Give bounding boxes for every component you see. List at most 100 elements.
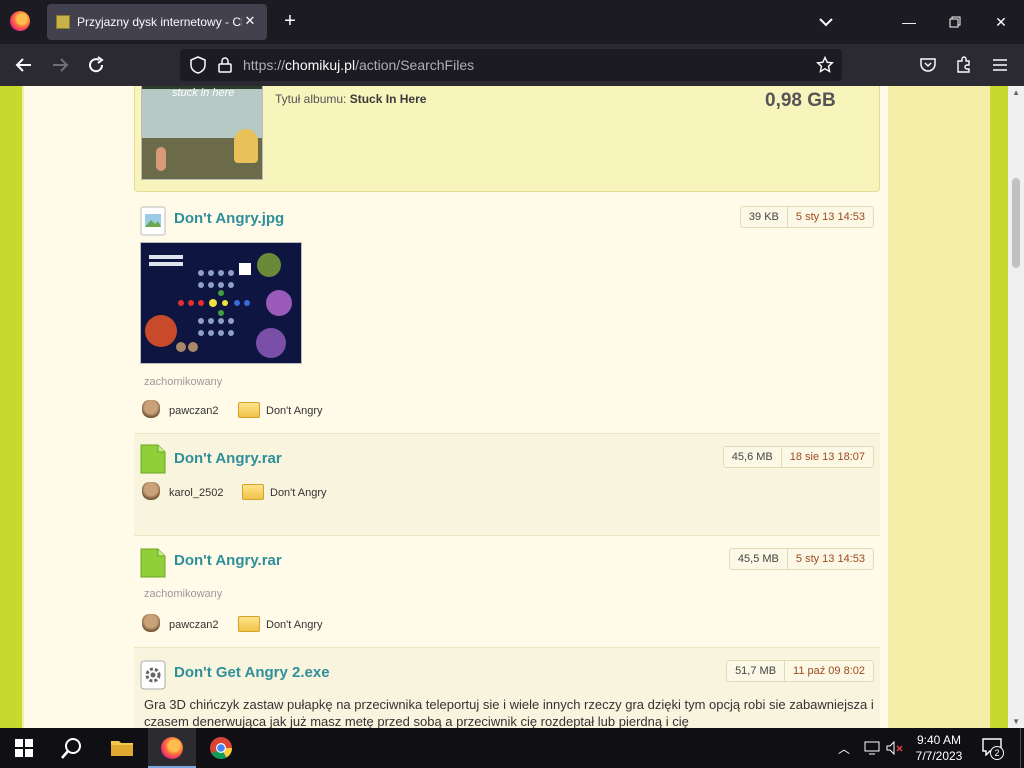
scroll-up-icon[interactable]: ▲ xyxy=(1012,88,1020,97)
tray-expand-icon[interactable]: ︿ xyxy=(838,740,850,757)
list-all-tabs-button[interactable] xyxy=(816,12,836,32)
owner-row: karol_2502 Don't Angry xyxy=(142,482,442,504)
archive-file-icon xyxy=(140,548,166,578)
minimize-button[interactable]: — xyxy=(897,10,921,34)
folder-link[interactable]: Don't Angry xyxy=(266,405,323,417)
search-results: stuck in here Tytuł albumu: Stuck In Her… xyxy=(24,86,888,728)
address-bar[interactable]: https://chomikuj.pl/action/SearchFiles xyxy=(180,49,842,81)
file-name-link[interactable]: Don't Get Angry 2.exe xyxy=(174,664,330,681)
chrome-taskbar-button[interactable] xyxy=(197,728,245,768)
forward-button[interactable] xyxy=(48,53,72,77)
album-cover-image[interactable]: stuck in here xyxy=(141,86,263,180)
tab-strip: Przyjazny dysk internetowy - Ch ✕ + — ✕ xyxy=(0,0,1024,44)
page-frame: stuck in here Tytuł albumu: Stuck In Her… xyxy=(22,86,990,728)
hamburger-menu-icon xyxy=(993,59,1007,71)
file-size: 45,5 MB xyxy=(730,549,788,569)
url-domain: chomikuj.pl xyxy=(285,57,356,73)
clock-time: 9:40 AM xyxy=(916,733,962,747)
file-meta-badge: 45,6 MB 18 sie 13 18:07 xyxy=(722,446,874,468)
file-size: 45,6 MB xyxy=(724,447,782,467)
folder-icon[interactable] xyxy=(238,616,260,632)
action-center-button[interactable]: 2 xyxy=(982,736,1006,760)
bookmark-star-icon[interactable] xyxy=(816,56,834,74)
album-title-label: Tytuł albumu: Stuck In Here xyxy=(275,92,426,106)
url-scheme: https:// xyxy=(243,57,286,73)
search-button[interactable] xyxy=(48,728,96,768)
file-meta-badge: 45,5 MB 5 sty 13 14:53 xyxy=(728,548,874,570)
clock-date: 7/7/2023 xyxy=(915,749,963,763)
owner-row: pawczan2 Don't Angry xyxy=(142,400,442,422)
pocket-icon xyxy=(920,58,936,72)
volume-muted-icon[interactable] xyxy=(886,741,904,755)
album-cover-text: stuck in here xyxy=(172,87,235,99)
archive-file-icon xyxy=(140,444,166,474)
folder-link[interactable]: Don't Angry xyxy=(270,487,327,499)
album-result-card: stuck in here Tytuł albumu: Stuck In Her… xyxy=(134,86,880,192)
reload-button[interactable] xyxy=(84,53,108,77)
show-desktop-button[interactable] xyxy=(1020,728,1024,768)
system-clock[interactable]: 9:40 AM 7/7/2023 xyxy=(904,732,974,764)
file-explorer-button[interactable] xyxy=(98,728,146,768)
start-button[interactable] xyxy=(0,728,48,768)
forward-arrow-icon xyxy=(53,58,69,72)
file-date: 11 paź 09 8:02 xyxy=(793,665,865,677)
file-meta-badge: 51,7 MB 11 paź 09 8:02 xyxy=(726,660,874,682)
folder-link[interactable]: Don't Angry xyxy=(266,619,323,631)
album-title-value[interactable]: Stuck In Here xyxy=(350,92,427,106)
folder-icon[interactable] xyxy=(242,484,264,500)
restore-icon xyxy=(949,16,961,28)
file-date: 18 sie 13 18:07 xyxy=(789,451,865,463)
extensions-button[interactable] xyxy=(952,53,976,77)
file-status: zachomikowany xyxy=(144,588,223,600)
album-size: 0,98 GB xyxy=(765,90,836,111)
network-icon[interactable] xyxy=(864,741,880,755)
page-viewport: stuck in here Tytuł albumu: Stuck In Her… xyxy=(0,86,1024,728)
tab-title: Przyjazny dysk internetowy - Ch xyxy=(77,15,242,29)
file-size: 39 KB xyxy=(741,207,788,227)
firefox-taskbar-button[interactable] xyxy=(148,728,196,768)
firefox-logo-icon[interactable] xyxy=(10,11,30,31)
user-avatar-icon[interactable] xyxy=(142,482,160,500)
image-file-icon xyxy=(140,206,166,236)
lock-icon[interactable] xyxy=(218,57,232,73)
tab-close-icon[interactable]: ✕ xyxy=(241,12,259,30)
file-meta-badge: 39 KB 5 sty 13 14:53 xyxy=(739,206,874,228)
owner-link[interactable]: pawczan2 xyxy=(169,405,219,417)
user-avatar-icon[interactable] xyxy=(142,614,160,632)
user-avatar-icon[interactable] xyxy=(142,400,160,418)
file-name-link[interactable]: Don't Angry.rar xyxy=(174,552,282,569)
navigation-toolbar: https://chomikuj.pl/action/SearchFiles xyxy=(0,44,1024,86)
url-text[interactable]: https://chomikuj.pl/action/SearchFiles xyxy=(243,57,474,73)
file-thumbnail[interactable] xyxy=(140,242,302,364)
file-name-link[interactable]: Don't Angry.jpg xyxy=(174,210,284,227)
folder-icon[interactable] xyxy=(238,402,260,418)
scroll-down-icon[interactable]: ▼ xyxy=(1012,717,1020,726)
chrome-icon xyxy=(210,737,232,759)
file-date: 5 sty 13 14:53 xyxy=(795,553,865,565)
firefox-icon xyxy=(161,737,183,759)
menu-button[interactable] xyxy=(988,53,1012,77)
back-button[interactable] xyxy=(12,53,36,77)
owner-link[interactable]: pawczan2 xyxy=(169,619,219,631)
file-description: Gra 3D chińczyk zastaw pułapkę na przeci… xyxy=(144,697,874,728)
owner-link[interactable]: karol_2502 xyxy=(169,487,223,499)
gear-file-icon xyxy=(140,660,166,690)
active-tab[interactable]: Przyjazny dysk internetowy - Ch ✕ xyxy=(47,4,267,40)
new-tab-button[interactable]: + xyxy=(278,10,302,34)
url-path: /action/SearchFiles xyxy=(355,57,475,73)
reload-icon xyxy=(89,56,104,73)
owner-row: pawczan2 Don't Angry xyxy=(142,614,442,636)
file-size: 51,7 MB xyxy=(727,661,786,681)
file-status: zachomikowany xyxy=(144,376,223,388)
shield-icon[interactable] xyxy=(190,56,206,74)
scrollbar-thumb[interactable] xyxy=(1012,178,1020,268)
close-window-button[interactable]: ✕ xyxy=(989,10,1013,34)
back-arrow-icon xyxy=(15,58,31,72)
file-date: 5 sty 13 14:53 xyxy=(795,211,865,223)
file-result-row: Don't Angry.rar 45,6 MB 18 sie 13 18:07 k… xyxy=(134,434,880,536)
file-name-link[interactable]: Don't Angry.rar xyxy=(174,450,282,467)
restore-button[interactable] xyxy=(943,10,967,34)
page-scrollbar[interactable]: ▲ ▼ xyxy=(1008,86,1024,728)
pocket-button[interactable] xyxy=(916,53,940,77)
file-result-row: Don't Get Angry 2.exe 51,7 MB 11 paź 09 8… xyxy=(134,648,880,728)
